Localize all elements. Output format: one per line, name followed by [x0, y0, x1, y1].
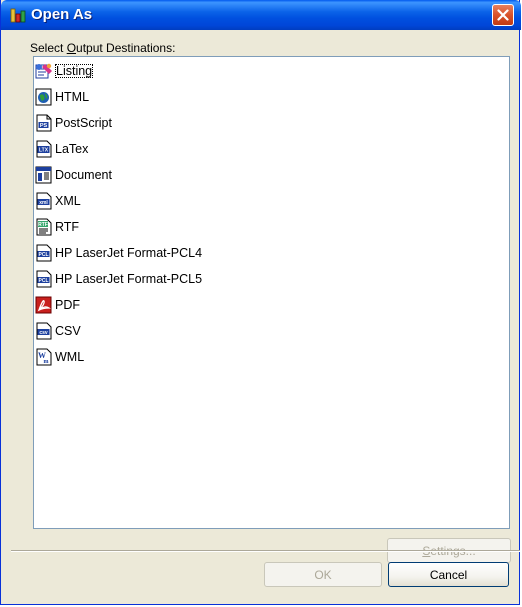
- list-item[interactable]: LTX LaTex: [35, 136, 88, 162]
- label-text-start: Select: [30, 41, 67, 55]
- wml-icon: W m: [36, 348, 52, 366]
- document-icon: [35, 166, 52, 184]
- list-item-label: Document: [55, 168, 112, 182]
- list-item-label: LaTex: [55, 142, 89, 156]
- list-item-label: Listing: [55, 64, 94, 78]
- cancel-button[interactable]: Cancel: [388, 562, 509, 587]
- list-item[interactable]: W m WML: [35, 344, 84, 370]
- pdf-icon: [35, 296, 52, 314]
- close-button[interactable]: [492, 4, 514, 26]
- output-destinations-label: Select Output Destinations:: [30, 41, 175, 55]
- label-accelerator: O: [66, 41, 77, 55]
- cancel-label: Cancel: [429, 567, 468, 582]
- list-item[interactable]: xml XML: [35, 188, 81, 214]
- svg-text:csv: csv: [39, 330, 48, 336]
- rtf-icon: RTF: [36, 218, 52, 236]
- svg-text:PS: PS: [40, 123, 48, 129]
- svg-text:PCL: PCL: [39, 278, 49, 284]
- pcl-icon: PCL: [36, 270, 52, 288]
- svg-text:m: m: [44, 359, 49, 365]
- list-item[interactable]: HTML: [35, 84, 89, 110]
- ok-label: OK: [314, 567, 332, 582]
- button-separator: [11, 550, 520, 552]
- list-item[interactable]: csv CSV: [35, 318, 81, 344]
- postscript-icon: PS: [36, 114, 52, 132]
- list-item-label: HP LaserJet Format-PCL5: [55, 272, 203, 286]
- listing-icon: [35, 63, 52, 79]
- list-item[interactable]: PDF: [35, 292, 80, 318]
- xml-icon: xml: [36, 192, 52, 210]
- list-item[interactable]: PCL HP LaserJet Format-PCL4: [35, 240, 202, 266]
- list-item[interactable]: PCL HP LaserJet Format-PCL5: [35, 266, 202, 292]
- latex-icon: LTX: [36, 140, 52, 158]
- pcl-icon: PCL: [36, 244, 52, 262]
- output-destinations-list[interactable]: Listing HTML PS PostScript LTX LaTex Doc…: [33, 56, 510, 529]
- window-title: Open As: [31, 6, 93, 23]
- open-as-dialog: Open As Select Output Destinations: List…: [0, 0, 521, 605]
- html-icon: [35, 88, 52, 106]
- csv-icon: csv: [36, 322, 52, 340]
- list-item-label: PostScript: [55, 116, 112, 130]
- list-item-label: HTML: [55, 90, 90, 104]
- ok-button[interactable]: OK: [264, 562, 382, 587]
- list-item[interactable]: RTF RTF: [35, 214, 79, 240]
- list-item-label: WML: [55, 350, 85, 364]
- list-item[interactable]: Listing: [35, 58, 94, 84]
- list-item-label: HP LaserJet Format-PCL4: [55, 246, 203, 260]
- list-item-label: XML: [55, 194, 81, 208]
- list-item-label: RTF: [55, 220, 80, 234]
- title-bar[interactable]: Open As: [1, 0, 521, 30]
- list-item-label: CSV: [55, 324, 81, 338]
- close-icon: [497, 9, 509, 21]
- bar-chart-icon: [10, 8, 26, 23]
- list-item[interactable]: Document: [35, 162, 112, 188]
- list-item[interactable]: PS PostScript: [35, 110, 112, 136]
- svg-text:RTF: RTF: [38, 222, 48, 228]
- svg-text:LTX: LTX: [39, 148, 49, 154]
- label-text-end: utput Destinations:: [76, 41, 176, 55]
- list-item-label: PDF: [55, 298, 80, 312]
- svg-text:xml: xml: [39, 200, 48, 206]
- svg-text:PCL: PCL: [39, 252, 49, 258]
